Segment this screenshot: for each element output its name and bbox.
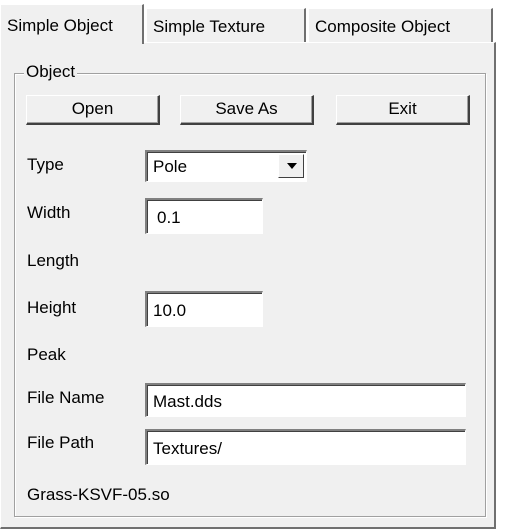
type-combobox[interactable]: Pole [145, 150, 307, 182]
tab-simple-texture[interactable]: Simple Texture [146, 8, 306, 42]
save-as-button[interactable]: Save As [180, 95, 314, 125]
exit-button[interactable]: Exit [336, 95, 470, 125]
type-label: Type [27, 155, 64, 174]
tab-composite-object[interactable]: Composite Object [308, 8, 493, 42]
tab-simple-object[interactable]: Simple Object [0, 4, 144, 44]
height-field[interactable]: 10.0 [145, 291, 263, 327]
height-label: Height [27, 298, 77, 317]
peak-label: Peak [27, 345, 66, 364]
file-name-field[interactable]: Mast.dds [145, 383, 466, 417]
file-path-label: File Path [27, 433, 95, 452]
chevron-down-icon[interactable] [278, 154, 304, 178]
file-path-field[interactable]: Textures/ [145, 429, 466, 465]
width-field[interactable]: 0.1 [145, 198, 263, 234]
status-filename: Grass-KSVF-05.so [27, 485, 170, 504]
type-value: Pole [153, 157, 188, 176]
length-label: Length [27, 251, 79, 270]
tab-label: Composite Object [315, 17, 451, 36]
width-label: Width [27, 203, 71, 222]
tab-label: Simple Texture [153, 17, 266, 36]
file-name-label: File Name [27, 388, 105, 407]
tab-label: Simple Object [7, 16, 113, 35]
group-title: Object [24, 61, 78, 83]
open-button[interactable]: Open [26, 95, 160, 125]
